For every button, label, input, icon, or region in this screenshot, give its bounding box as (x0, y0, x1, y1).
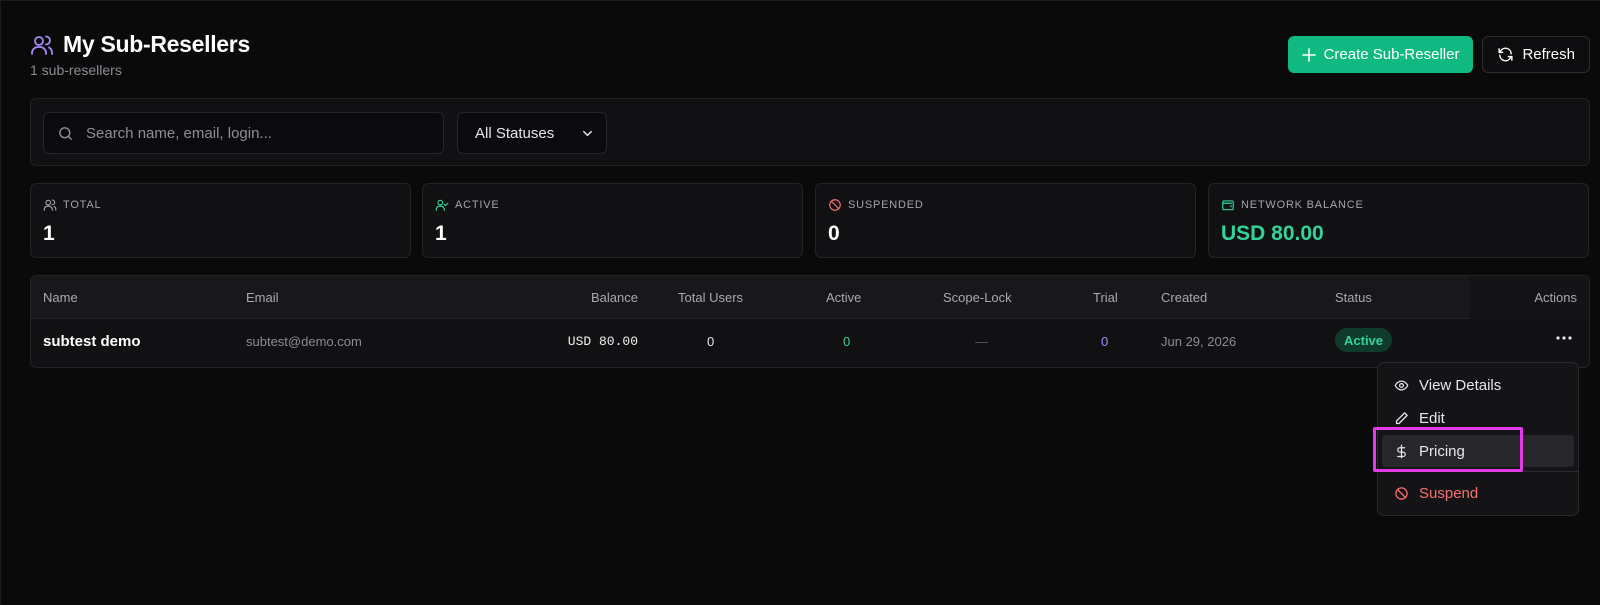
ban-icon (1394, 486, 1409, 501)
stat-label: SUSPENDED (848, 199, 924, 211)
page-title: My Sub-Resellers (63, 31, 250, 57)
page-header: My Sub-Resellers 1 sub-resellers (30, 31, 250, 78)
users-icon (30, 33, 54, 57)
users-icon (43, 198, 57, 212)
status-filter-select[interactable]: All Statuses (457, 112, 607, 154)
sub-resellers-table: Name Email Balance Total Users Active Sc… (30, 275, 1590, 368)
column-header-status[interactable]: Status (1335, 290, 1372, 305)
page: My Sub-Resellers 1 sub-resellers Create … (0, 0, 1600, 605)
stat-card-suspended: SUSPENDED 0 (815, 183, 1196, 258)
create-sub-reseller-button[interactable]: Create Sub-Reseller (1287, 36, 1474, 73)
menu-item-label: View Details (1419, 376, 1502, 394)
stat-value: 1 (435, 222, 447, 245)
stat-label-row: SUSPENDED (828, 198, 1183, 212)
stat-value: 1 (43, 222, 55, 245)
row-actions-button[interactable] (1553, 329, 1575, 347)
refresh-button-label: Refresh (1522, 46, 1575, 63)
menu-item-edit[interactable]: Edit (1382, 402, 1574, 434)
column-header-total-users[interactable]: Total Users (678, 290, 743, 305)
refresh-icon (1497, 46, 1514, 63)
stat-value: USD 80.00 (1221, 222, 1324, 245)
menu-item-label: Suspend (1419, 484, 1479, 502)
cell-balance: USD 80.00 (567, 334, 638, 349)
user-check-icon (435, 198, 449, 212)
stat-value: 0 (828, 222, 840, 245)
cell-total-users: 0 (707, 334, 715, 349)
stat-card-active: ACTIVE 1 (422, 183, 803, 258)
stat-card-network-balance: NETWORK BALANCE USD 80.00 (1208, 183, 1589, 258)
stat-label-row: TOTAL (43, 198, 398, 212)
title-row: My Sub-Resellers (30, 31, 250, 58)
stat-card-total: TOTAL 1 (30, 183, 411, 258)
status-filter-value: All Statuses (475, 124, 555, 142)
cell-scope-lock: — (975, 334, 988, 349)
cell-email: subtest@demo.com (246, 334, 362, 349)
stat-label: ACTIVE (455, 199, 500, 211)
menu-item-suspend[interactable]: Suspend (1382, 477, 1574, 509)
search-icon (57, 125, 74, 142)
search-box[interactable] (43, 112, 444, 154)
search-input[interactable] (86, 124, 406, 142)
menu-item-label: Edit (1419, 409, 1445, 427)
column-header-balance[interactable]: Balance (591, 290, 638, 305)
dollar-icon (1394, 444, 1409, 459)
column-header-scope-lock[interactable]: Scope-Lock (943, 290, 1012, 305)
column-header-created[interactable]: Created (1161, 290, 1207, 305)
cell-name: subtest demo (43, 333, 141, 350)
menu-divider (1378, 471, 1578, 472)
cell-active: 0 (843, 334, 851, 349)
row-actions-menu: View Details Edit Pricing Suspend (1377, 362, 1579, 516)
stat-label-row: NETWORK BALANCE (1221, 198, 1576, 212)
stat-label: NETWORK BALANCE (1241, 199, 1364, 211)
refresh-button[interactable]: Refresh (1482, 36, 1590, 73)
eye-icon (1394, 378, 1409, 393)
column-header-active[interactable]: Active (826, 290, 861, 305)
menu-item-view-details[interactable]: View Details (1382, 369, 1574, 401)
filter-bar: All Statuses (30, 98, 1590, 166)
wallet-icon (1221, 198, 1235, 212)
cell-trial: 0 (1101, 334, 1109, 349)
ban-icon (828, 198, 842, 212)
pencil-icon (1394, 411, 1409, 426)
cell-created: Jun 29, 2026 (1161, 334, 1237, 349)
create-button-label: Create Sub-Reseller (1323, 46, 1460, 63)
column-header-trial[interactable]: Trial (1093, 290, 1118, 305)
more-horizontal-icon (1556, 336, 1572, 340)
menu-item-label: Pricing (1419, 442, 1465, 460)
column-header-name[interactable]: Name (43, 290, 78, 305)
column-header-email[interactable]: Email (246, 290, 279, 305)
plus-icon (1301, 47, 1316, 62)
chevron-down-icon (581, 127, 594, 140)
page-subtitle: 1 sub-resellers (30, 62, 122, 78)
stat-label: TOTAL (63, 199, 102, 211)
status-badge: Active (1335, 328, 1393, 352)
menu-item-pricing[interactable]: Pricing (1382, 435, 1574, 467)
stat-label-row: ACTIVE (435, 198, 790, 212)
column-header-actions: Actions (1534, 290, 1577, 305)
header-actions: Create Sub-Reseller Refresh (1287, 36, 1590, 73)
